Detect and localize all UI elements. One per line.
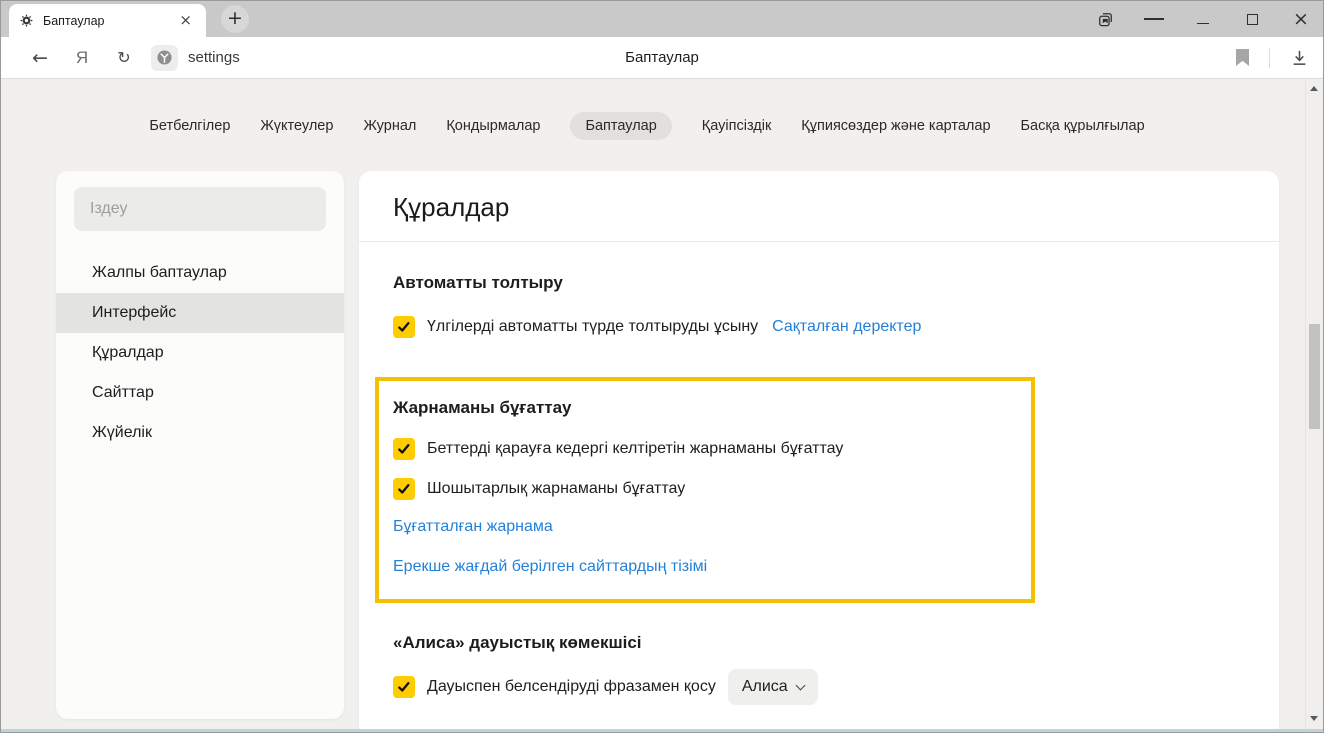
nav-tab-history[interactable]: Журнал — [363, 118, 416, 134]
refresh-icon[interactable]: ↻ — [103, 48, 145, 67]
sidebar-item-general[interactable]: Жалпы баптаулар — [56, 253, 344, 293]
alice-heading: «Алиса» дауыстық көмекшісі — [393, 633, 642, 653]
alice-row: Дауыспен белсендіруді фразамен қосу Алис… — [393, 669, 818, 705]
sidebar-item-interface[interactable]: Интерфейс — [56, 293, 344, 333]
check-icon — [397, 442, 411, 456]
block-interfering-ads-checkbox[interactable] — [393, 438, 415, 460]
autofill-row: Үлгілерді автоматты түрде толтыруды ұсын… — [393, 314, 921, 340]
scroll-up-icon[interactable] — [1310, 86, 1318, 91]
autofill-checkbox[interactable] — [393, 316, 415, 338]
settings-nav: Бетбелгілер Жүктеулер Журнал Қондырмалар… — [1, 109, 1293, 143]
yandex-logo-icon[interactable]: Я — [61, 48, 103, 68]
new-tab-button[interactable]: + — [221, 5, 249, 33]
menu-icon[interactable] — [1144, 9, 1164, 29]
search-input[interactable] — [74, 187, 326, 231]
close-window-button[interactable]: × — [1291, 9, 1311, 29]
check-icon — [397, 320, 411, 334]
nav-tab-other-devices[interactable]: Басқа құрылғылар — [1021, 118, 1145, 134]
nav-tab-security[interactable]: Қауіпсіздік — [702, 118, 772, 134]
page-title: Құралдар — [393, 192, 509, 223]
toolbar-divider — [1269, 48, 1270, 68]
nav-tab-settings[interactable]: Баптаулар — [570, 112, 671, 140]
chevron-down-icon — [795, 680, 805, 690]
bookmark-icon[interactable] — [1236, 49, 1249, 66]
nav-tab-bookmarks[interactable]: Бетбелгілер — [149, 118, 230, 134]
tab-strip: Баптаулар × + × — [1, 1, 1323, 37]
sidebar-item-sites[interactable]: Сайттар — [56, 373, 344, 413]
autofill-heading: Автоматты толтыру — [393, 273, 563, 293]
block-interfering-ads-label: Беттерді қарауға кедергі келтіретін жарн… — [427, 440, 843, 458]
maximize-button[interactable] — [1242, 9, 1262, 29]
nav-tab-extensions[interactable]: Қондырмалар — [446, 118, 540, 134]
check-icon — [397, 680, 411, 694]
browser-window: Баптаулар × + × ← Я ↻ — [0, 0, 1324, 733]
voice-activation-checkbox[interactable] — [393, 676, 415, 698]
url-text[interactable]: settings — [188, 49, 240, 66]
sidebar-item-system[interactable]: Жүйелік — [56, 413, 344, 453]
tab-panels-icon[interactable] — [1095, 9, 1115, 29]
exception-sites-link[interactable]: Ерекше жағдай берілген сайттардың тізімі — [393, 558, 707, 576]
browser-tab[interactable]: Баптаулар × — [9, 4, 206, 37]
settings-content: Құралдар Автоматты толтыру Үлгілерді авт… — [359, 171, 1279, 731]
page-scrollbar — [1305, 80, 1323, 729]
adblock-row-1: Беттерді қарауға кедергі келтіретін жарн… — [393, 436, 843, 462]
header-divider — [359, 241, 1279, 242]
window-controls: × — [1095, 1, 1311, 37]
adblock-row-2: Шошытарлық жарнаманы бұғаттау — [393, 476, 685, 502]
adblock-heading: Жарнаманы бұғаттау — [393, 398, 572, 418]
adblock-highlight-box: Жарнаманы бұғаттау Беттерді қарауға кеде… — [375, 377, 1035, 603]
downloads-icon[interactable] — [1290, 48, 1309, 67]
activation-phrase-dropdown[interactable]: Алиса — [728, 669, 818, 705]
toolbar-left: ← Я ↻ settings — [19, 45, 240, 71]
browser-toolbar: ← Я ↻ settings Баптаулар — [1, 37, 1323, 79]
nav-tab-downloads[interactable]: Жүктеулер — [260, 118, 333, 134]
scroll-down-icon[interactable] — [1310, 716, 1318, 721]
settings-sidebar: Жалпы баптаулар Интерфейс Құралдар Сайтт… — [56, 171, 344, 719]
toolbar-right — [1236, 48, 1309, 68]
minimize-button[interactable] — [1193, 9, 1213, 29]
tab-title: Баптаулар — [43, 14, 175, 28]
autofill-checkbox-label: Үлгілерді автоматты түрде толтыруды ұсын… — [427, 318, 758, 336]
window-bottom-edge — [1, 729, 1323, 732]
back-icon[interactable]: ← — [19, 47, 61, 69]
protect-badge[interactable] — [151, 45, 178, 71]
gear-icon — [19, 13, 34, 28]
block-shocking-ads-checkbox[interactable] — [393, 478, 415, 500]
block-shocking-ads-label: Шошытарлық жарнаманы бұғаттау — [427, 480, 685, 498]
sidebar-list: Жалпы баптаулар Интерфейс Құралдар Сайтт… — [56, 253, 344, 453]
nav-tab-passwords[interactable]: Құпиясөздер және карталар — [801, 118, 990, 134]
voice-activation-label: Дауыспен белсендіруді фразамен қосу — [427, 678, 716, 696]
saved-data-link[interactable]: Сақталған деректер — [772, 318, 921, 336]
scrollbar-thumb[interactable] — [1309, 324, 1320, 429]
blocked-ads-link[interactable]: Бұғатталған жарнама — [393, 518, 553, 536]
sidebar-item-tools[interactable]: Құралдар — [56, 333, 344, 373]
check-icon — [397, 482, 411, 496]
dropdown-value: Алиса — [742, 678, 788, 696]
close-icon: × — [1293, 10, 1309, 29]
tab-close-icon[interactable]: × — [175, 11, 196, 30]
protect-icon — [156, 49, 173, 66]
